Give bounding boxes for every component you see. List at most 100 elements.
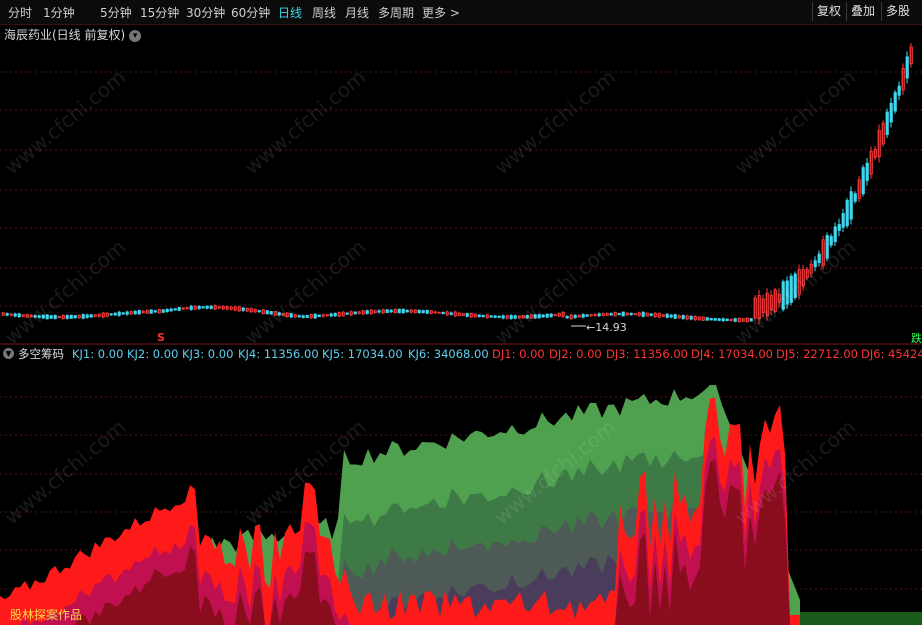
dj6-value: DJ6: 45424 [861,347,922,361]
candle [833,226,837,243]
period-multi[interactable]: 多周期 [378,4,414,21]
candle [441,311,445,315]
candle [301,315,305,318]
candle [649,313,653,316]
candle [597,313,601,317]
candle [401,308,405,314]
candle [725,318,729,322]
multi-stock-button[interactable]: 多股 [881,2,914,21]
candle [205,305,209,309]
kj1-value: KJ1: 0.00 [72,347,124,361]
candle [53,314,57,320]
period-monthly[interactable]: 月线 [345,4,369,21]
candle [153,310,157,313]
kj5-value: KJ5: 17034.00 [322,347,403,361]
candle [781,281,785,310]
period-5min[interactable]: 5分钟 [100,4,132,21]
candle [581,314,585,318]
candlestick-chart[interactable] [0,40,922,345]
candle [493,315,497,318]
candle [297,315,301,318]
candle [49,315,53,319]
candle [669,314,673,318]
candle [749,318,753,322]
candle [609,313,613,316]
candle [89,314,93,318]
candle [17,313,21,318]
candle [13,313,17,317]
candle [33,315,37,318]
period-more[interactable]: 更多 > [422,4,460,21]
candle [573,314,577,318]
candle [525,315,529,319]
candle [837,224,841,231]
candle [713,318,717,321]
candle [397,308,401,314]
candle [665,313,669,318]
candle [353,311,357,315]
candle [841,213,845,228]
candle [209,305,213,309]
candle [885,111,889,136]
candle [313,313,317,319]
chip-distribution-chart[interactable] [0,363,922,625]
candle [585,314,589,317]
period-30min[interactable]: 30分钟 [186,4,225,21]
candle [689,316,693,320]
candle [161,309,165,313]
candle [65,315,69,319]
adjust-button[interactable]: 复权 [812,2,845,21]
indicator-menu-icon[interactable]: ▾ [3,347,14,359]
candle [893,92,897,112]
candle [289,313,293,318]
dj3-value: DJ3: 11356.00 [606,347,688,361]
candle [853,193,857,202]
candle [825,235,829,259]
candle [897,85,901,96]
candle [813,260,817,268]
candle [705,317,709,321]
kj2-value: KJ2: 0.00 [127,347,179,361]
candle [497,315,501,318]
overlay-button[interactable]: 叠加 [846,2,879,21]
period-fenshi[interactable]: 分时 [8,4,32,21]
period-15min[interactable]: 15分钟 [140,4,179,21]
period-weekly[interactable]: 周线 [312,4,336,21]
candle [121,312,125,315]
fall-mark: 跌 [911,332,922,345]
candle [681,315,685,320]
candle [785,280,789,305]
candle [709,318,713,321]
candle [861,167,865,195]
candle [165,308,169,313]
candle [365,310,369,314]
candle [257,310,261,313]
candle [617,313,621,315]
candle [117,311,121,316]
candle [45,314,49,320]
candle [541,314,545,318]
candle [817,253,821,264]
candle [81,314,85,319]
candle [489,315,493,318]
candle [421,310,425,314]
candle [641,312,645,317]
candle [721,318,725,322]
period-1min[interactable]: 1分钟 [43,4,75,21]
candle [673,314,677,319]
candle [845,200,849,227]
period-60min[interactable]: 60分钟 [231,4,270,21]
candle [465,313,469,317]
candle [265,310,269,315]
period-daily[interactable]: 日线 [278,4,302,21]
candle [733,318,737,322]
candle [513,315,517,319]
low-price-label: ←14.93 [586,321,627,334]
candle [389,309,393,313]
dj5-value: DJ5: 22712.00 [776,347,858,361]
candle [865,162,869,181]
candle [417,309,421,314]
candle [329,313,333,317]
candle [269,311,273,315]
candle [717,318,721,321]
